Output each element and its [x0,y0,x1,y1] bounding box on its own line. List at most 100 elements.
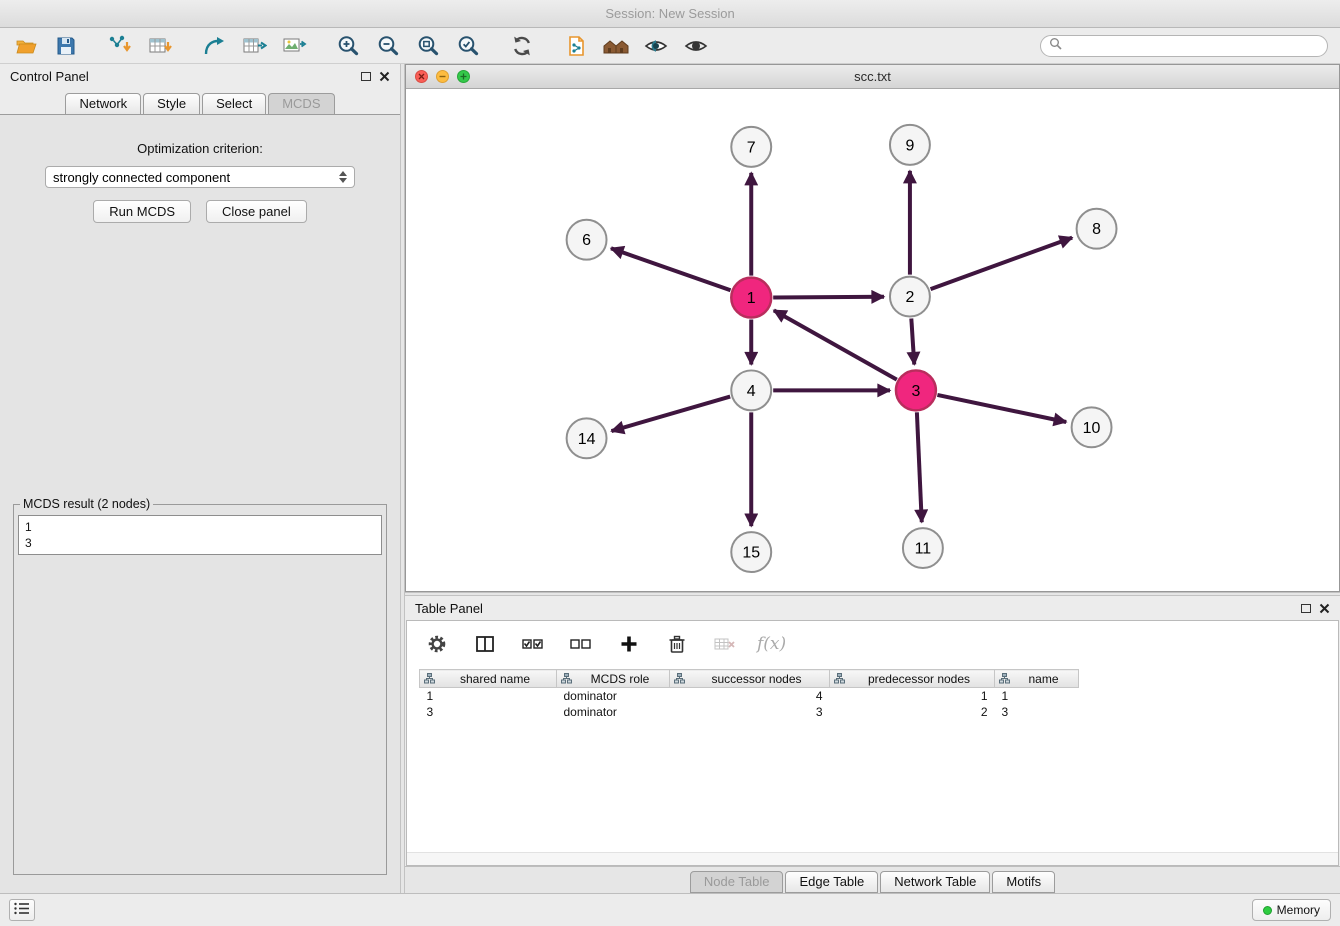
node-2[interactable]: 2 [890,277,930,317]
column-header-MCDS-role[interactable]: MCDS role [557,670,670,688]
node-15[interactable]: 15 [731,532,771,572]
app-title: Session: New Session [605,6,734,21]
zoom-fit-button[interactable] [412,31,444,61]
table-tabs: Node TableEdge TableNetwork TableMotifs [405,866,1340,893]
node-14[interactable]: 14 [567,418,607,458]
import-network-icon [107,34,133,58]
first-neighbors-button[interactable] [600,31,632,61]
add-column-button[interactable] [613,629,645,659]
network-window: scc.txt 7 9 6 8 1 2 4 3 14 10 15 11 [405,64,1340,592]
tab-select[interactable]: Select [202,93,266,114]
float-panel-icon[interactable] [361,72,371,81]
edge-3-10[interactable] [937,395,1066,422]
close-table-panel-icon[interactable] [1319,603,1330,614]
column-type-icon [999,673,1010,687]
apply-layout-button[interactable] [506,31,538,61]
table-settings-button[interactable] [421,629,453,659]
delete-table-icon [713,633,737,655]
float-table-panel-icon[interactable] [1301,604,1311,613]
tab-network[interactable]: Network [65,93,141,114]
window-minimize-icon[interactable] [436,70,449,83]
import-table-button[interactable] [144,31,176,61]
show-columns-button[interactable] [469,629,501,659]
delete-column-button[interactable] [661,629,693,659]
memory-label: Memory [1277,903,1320,917]
zoom-in-button[interactable] [332,31,364,61]
edge-2-3[interactable] [911,318,914,364]
table-horizontal-scrollbar[interactable] [407,852,1338,865]
column-header-successor-nodes[interactable]: successor nodes [670,670,830,688]
edge-1-6[interactable] [611,248,730,290]
save-session-button[interactable] [50,31,82,61]
table-cell[interactable]: 1 [830,688,995,704]
network-canvas[interactable]: 7 9 6 8 1 2 4 3 14 10 15 11 [406,89,1339,591]
tab-motifs[interactable]: Motifs [992,871,1055,893]
export-image-button[interactable] [278,31,310,61]
network-graph[interactable]: 7 9 6 8 1 2 4 3 14 10 15 11 [406,89,1339,591]
node-4[interactable]: 4 [731,370,771,410]
mcds-result-list[interactable]: 13 [18,515,382,555]
node-9[interactable]: 9 [890,125,930,165]
table-cell[interactable]: 1 [420,688,557,704]
export-network-button[interactable] [198,31,230,61]
search-input[interactable] [1067,38,1319,53]
optimization-label: Optimization criterion: [137,141,263,156]
edge-3-11[interactable] [917,412,922,522]
table-cell[interactable]: 1 [995,688,1079,704]
edge-2-8[interactable] [931,238,1073,289]
memory-button[interactable]: Memory [1252,899,1331,921]
node-3[interactable]: 3 [896,370,936,410]
window-zoom-icon[interactable] [457,70,470,83]
node-label: 1 [747,290,756,307]
table-cell[interactable]: dominator [557,704,670,720]
copy-network-button[interactable] [560,31,592,61]
edge-4-14[interactable] [611,397,730,432]
window-close-icon[interactable] [415,70,428,83]
node-11[interactable]: 11 [903,528,943,568]
column-header-name[interactable]: name [995,670,1079,688]
deselect-all-button[interactable] [565,629,597,659]
table-cell[interactable]: dominator [557,688,670,704]
node-7[interactable]: 7 [731,127,771,167]
select-stepper-icon [339,171,347,183]
edge-3-1[interactable] [774,310,897,379]
graphics-details-button[interactable] [640,31,672,61]
table-cell[interactable]: 3 [670,704,830,720]
run-mcds-button[interactable]: Run MCDS [93,200,191,223]
tab-node-table[interactable]: Node Table [690,871,784,893]
edge-1-2[interactable] [773,297,884,298]
node-10[interactable]: 10 [1072,407,1112,447]
column-header-shared-name[interactable]: shared name [420,670,557,688]
table-cell[interactable]: 4 [670,688,830,704]
tab-network-table[interactable]: Network Table [880,871,990,893]
search-field[interactable] [1040,35,1328,57]
tab-edge-table[interactable]: Edge Table [785,871,878,893]
zoom-selected-button[interactable] [452,31,484,61]
table-cell[interactable]: 2 [830,704,995,720]
table-cell[interactable]: 3 [995,704,1079,720]
node-6[interactable]: 6 [567,220,607,260]
node-8[interactable]: 8 [1077,209,1117,249]
table-row[interactable]: 3dominator323 [420,704,1079,720]
node-table-area[interactable]: shared nameMCDS rolesuccessor nodesprede… [407,667,1338,852]
close-panel-button[interactable]: Close panel [206,200,307,223]
column-type-icon [561,673,572,687]
tab-style[interactable]: Style [143,93,200,114]
task-history-button[interactable] [9,899,35,921]
select-all-button[interactable] [517,629,549,659]
column-header-predecessor-nodes[interactable]: predecessor nodes [830,670,995,688]
zoom-out-button[interactable] [372,31,404,61]
close-panel-icon[interactable] [379,71,390,82]
node-label: 7 [747,139,756,156]
import-network-button[interactable] [104,31,136,61]
network-window-titlebar[interactable]: scc.txt [406,65,1339,89]
columns-icon [474,633,496,655]
optimization-select[interactable]: strongly connected component [45,166,355,188]
birds-eye-view-button[interactable] [680,31,712,61]
node-1[interactable]: 1 [731,278,771,318]
open-session-button[interactable] [10,31,42,61]
table-row[interactable]: 1dominator411 [420,688,1079,704]
table-cell[interactable]: 3 [420,704,557,720]
export-table-button[interactable] [238,31,270,61]
tab-mcds[interactable]: MCDS [268,93,334,114]
